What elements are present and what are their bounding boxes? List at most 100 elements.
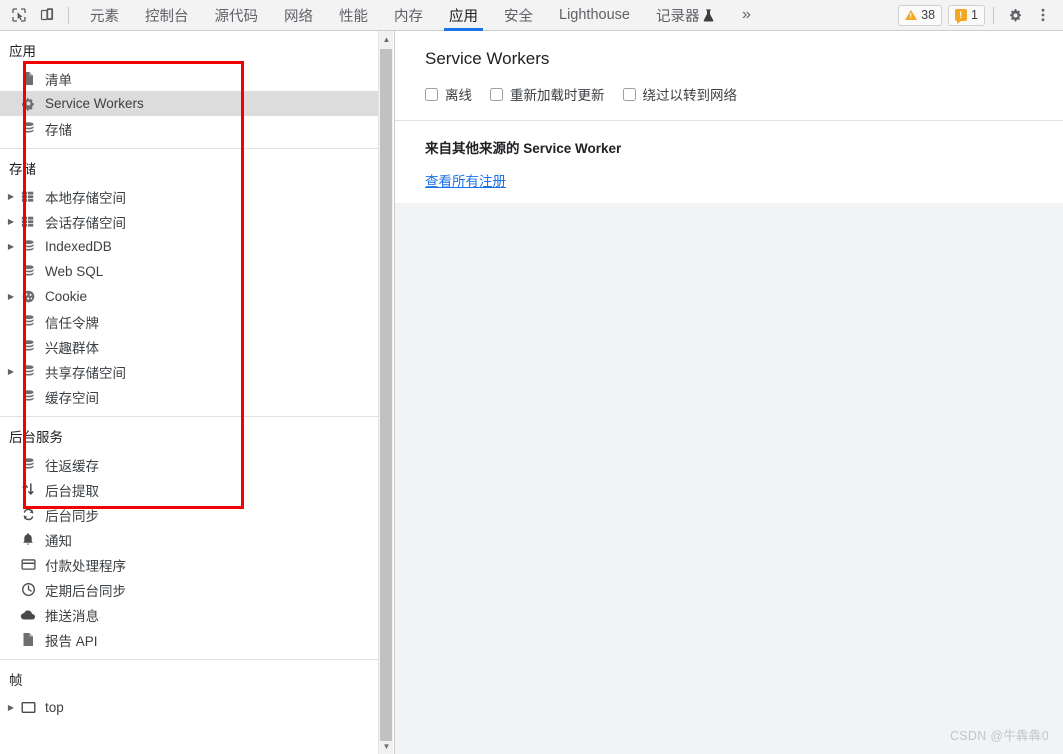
sidebar-item-periodic-background-sync[interactable]: 定期后台同步 (0, 577, 378, 602)
checkbox-offline[interactable]: 离线 (425, 84, 472, 104)
scroll-up-arrow-icon[interactable]: ▲ (379, 31, 394, 47)
document-icon (18, 632, 38, 647)
sidebar-item-notifications[interactable]: 通知 (0, 527, 378, 552)
sidebar-item-back-forward-cache[interactable]: 往返缓存 (0, 452, 378, 477)
sidebar-item-label: Web SQL (45, 264, 104, 279)
gear-icon[interactable] (1001, 2, 1029, 28)
toolbar-divider-right (993, 6, 994, 24)
checkbox-label: 重新加载时更新 (510, 88, 605, 103)
sidebar-item-label: 通知 (45, 533, 72, 549)
sidebar-section-application-items: 清单 Service Workers 存储 (0, 66, 378, 141)
sidebar-item-label: 付款处理程序 (45, 558, 126, 574)
sidebar-item-label: 本地存储空间 (45, 190, 126, 206)
sidebar-item-label: Service Workers (45, 96, 144, 111)
checkbox-box[interactable] (622, 87, 636, 101)
tab-label: 网络 (284, 8, 313, 25)
other-origins-heading: 来自其他来源的 Service Worker (425, 141, 622, 156)
see-all-registrations-link[interactable]: 查看所有注册 (395, 157, 506, 190)
sidebar-item-label: top (45, 700, 64, 715)
tab-label: 记录器 (655, 8, 700, 25)
credit-card-icon (18, 558, 38, 571)
expand-arrow-icon[interactable]: ▶ (4, 242, 18, 251)
tab-label: 控制台 (145, 8, 189, 25)
sidebar-item-manifest[interactable]: 清单 (0, 66, 378, 91)
sidebar-item-indexeddb[interactable]: ▶ IndexedDB (0, 234, 378, 259)
expand-arrow-icon[interactable]: ▶ (4, 703, 18, 712)
bell-icon (18, 532, 38, 547)
devtools-window: 元素 控制台 源代码 网络 性能 内存 应用 安全 Lighthouse 记录器… (0, 0, 1063, 754)
tab-lighthouse[interactable]: Lighthouse (546, 0, 643, 31)
page-title: Service Workers (425, 49, 550, 68)
tab-application[interactable]: 应用 (436, 0, 491, 31)
frame-icon (18, 701, 38, 714)
sidebar-item-interest-groups[interactable]: 兴趣群体 (0, 334, 378, 359)
updown-arrows-icon (18, 482, 38, 497)
sidebar-item-frame-top[interactable]: ▶ top (0, 695, 378, 720)
sidebar-item-payment-handler[interactable]: 付款处理程序 (0, 552, 378, 577)
sidebar-item-push-messaging[interactable]: 推送消息 (0, 602, 378, 627)
database-icon (18, 389, 38, 404)
sidebar-item-local-storage[interactable]: ▶ 本地存储空间 (0, 184, 378, 209)
checkbox-update-on-reload[interactable]: 重新加载时更新 (490, 84, 605, 104)
sidebar-section-storage-items: ▶ 本地存储空间 ▶ 会话存储空间 ▶ IndexedDB Web SQL ▶ … (0, 184, 378, 409)
database-icon (18, 121, 38, 136)
sidebar-item-label: 信任令牌 (45, 315, 99, 331)
sidebar-scrollbar[interactable]: ▲ ▼ (378, 31, 393, 754)
checkbox-label: 绕过以转到网络 (642, 88, 738, 103)
tab-sources[interactable]: 源代码 (202, 0, 272, 31)
sidebar-item-label: Cookie (45, 289, 88, 304)
service-workers-panel: Service Workers 离线 重新加载时更新 绕过以转到网络 来自其他来… (395, 31, 1063, 754)
database-icon (18, 339, 38, 354)
expand-arrow-icon[interactable]: ▶ (4, 217, 18, 226)
sidebar-item-service-workers[interactable]: Service Workers (0, 91, 378, 116)
tab-security[interactable]: 安全 (491, 0, 546, 31)
flask-icon (703, 8, 714, 22)
sidebar-item-cookies[interactable]: ▶ Cookie (0, 284, 378, 309)
sidebar-section-application-title: 应用 (9, 44, 36, 59)
expand-arrow-icon[interactable]: ▶ (4, 192, 18, 201)
sidebar-item-label: 清单 (45, 72, 72, 88)
device-toolbar-icon[interactable] (33, 2, 61, 28)
document-icon (18, 71, 38, 86)
expand-arrow-icon[interactable]: ▶ (4, 292, 18, 301)
sidebar-section-frames-items: ▶ top (0, 695, 378, 720)
sidebar-item-session-storage[interactable]: ▶ 会话存储空间 (0, 209, 378, 234)
scrollbar-thumb[interactable] (380, 49, 392, 741)
application-sidebar[interactable]: 应用 清单 Service Workers 存储 存储 ▶ 本地存储空间 ▶ 会… (0, 31, 378, 754)
tab-memory[interactable]: 内存 (381, 0, 436, 31)
sidebar-section-frames-title: 帧 (9, 673, 23, 688)
issues-count: 1 (971, 8, 978, 22)
sidebar-item-trust-tokens[interactable]: 信任令牌 (0, 309, 378, 334)
sidebar-item-storage[interactable]: 存储 (0, 116, 378, 141)
sidebar-item-background-sync[interactable]: 后台同步 (0, 502, 378, 527)
more-tabs-button[interactable]: » (731, 2, 761, 28)
sidebar-item-label: 后台提取 (45, 483, 99, 499)
sidebar-item-shared-storage[interactable]: ▶ 共享存储空间 (0, 359, 378, 384)
sync-icon (18, 507, 38, 522)
expand-arrow-icon[interactable]: ▶ (4, 367, 18, 376)
sidebar-item-reporting-api[interactable]: 报告 API (0, 627, 378, 652)
checkbox-box[interactable] (425, 87, 438, 101)
checkbox-bypass-for-network[interactable]: 绕过以转到网络 (622, 84, 738, 104)
checkbox-box[interactable] (490, 87, 503, 101)
sidebar-item-web-sql[interactable]: Web SQL (0, 259, 378, 284)
issues-badge[interactable]: 1 (948, 4, 985, 26)
tab-performance[interactable]: 性能 (326, 0, 381, 31)
more-options-icon[interactable] (1029, 2, 1057, 28)
sidebar-item-background-fetch[interactable]: 后台提取 (0, 477, 378, 502)
inspect-cursor-icon[interactable] (5, 2, 33, 28)
sidebar-item-label: 会话存储空间 (45, 215, 126, 231)
more-tabs-label: » (742, 6, 751, 23)
tab-console[interactable]: 控制台 (132, 0, 202, 31)
warnings-badge[interactable]: 38 (898, 4, 943, 26)
sidebar-item-cache-storage[interactable]: 缓存空间 (0, 384, 378, 409)
warning-triangle-icon (905, 10, 918, 20)
tab-label: 性能 (339, 8, 368, 25)
tab-network[interactable]: 网络 (271, 0, 326, 31)
tab-elements[interactable]: 元素 (77, 0, 132, 31)
watermark: CSDN @牛犇犇0 (949, 729, 1049, 743)
tab-recorder[interactable]: 记录器 (643, 0, 728, 31)
scroll-down-arrow-icon[interactable]: ▼ (379, 738, 394, 754)
sidebar-section-background-services-items: 往返缓存 后台提取 后台同步 通知 付款处理程序 定期后台同步 推送消息 报告 … (0, 452, 378, 652)
sidebar-item-label: 定期后台同步 (45, 583, 126, 599)
